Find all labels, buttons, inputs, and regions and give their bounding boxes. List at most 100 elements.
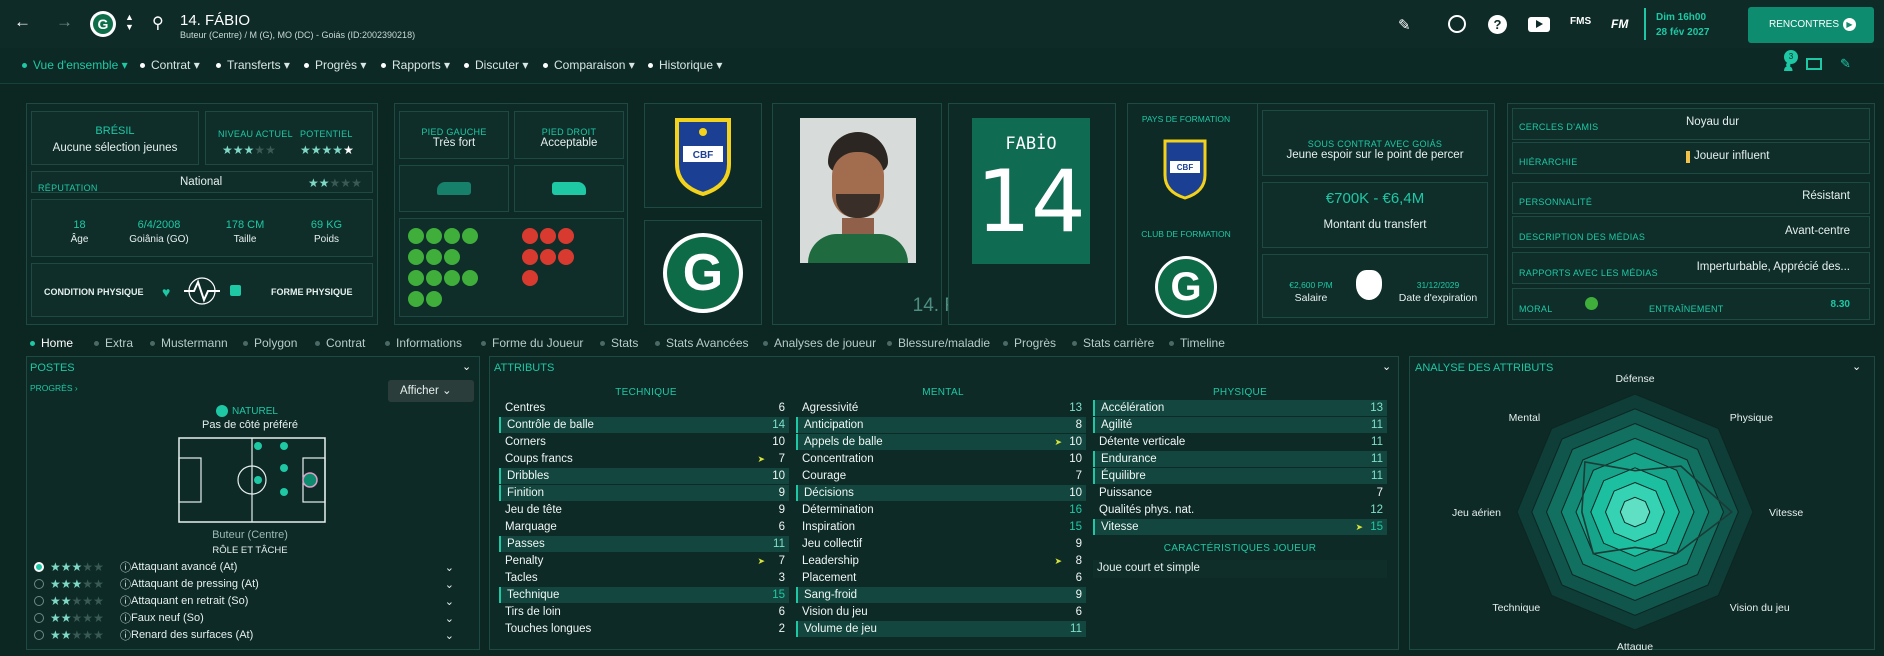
attribute-row[interactable]: Anticipation 8 <box>796 417 1086 433</box>
attribute-row[interactable]: Endurance 11 <box>1093 451 1387 467</box>
rencontres-button[interactable]: RENCONTRES ▶ <box>1748 7 1874 43</box>
tab-analyses[interactable]: Analyses de joueur <box>763 336 876 350</box>
search-icon[interactable]: ⚲ <box>152 13 164 33</box>
tab-forme[interactable]: Forme du Joueur <box>481 336 583 350</box>
attribute-value: 9 <box>1075 589 1082 601</box>
role-title: RÔLE ET TÂCHE <box>212 545 288 556</box>
attribute-row[interactable]: Corners 10 <box>499 434 789 450</box>
positions-collapse-icon[interactable]: ⌄ <box>462 360 471 373</box>
role-expand-icon[interactable]: ⌄ <box>445 561 454 574</box>
role-row[interactable]: ★★★★★ ⓘ Attaquant avancé (At) ⌄ <box>30 559 466 575</box>
fms-icon[interactable]: FMS <box>1570 16 1591 27</box>
info-icon[interactable]: ⓘ <box>120 627 131 643</box>
tab-contrat[interactable]: Contrat <box>315 336 365 350</box>
attribute-row[interactable]: Marquage 6 <box>499 519 789 535</box>
tab-blessure[interactable]: Blessure/maladie <box>887 336 990 350</box>
tab-progres[interactable]: Progrès <box>1003 336 1056 350</box>
club-badge-icon[interactable]: G <box>90 11 116 37</box>
info-icon[interactable]: ⓘ <box>120 593 131 609</box>
attribute-row[interactable]: Finition 9 <box>499 485 789 501</box>
menu-transferts[interactable]: Transferts ▾ <box>216 58 290 72</box>
attribute-row[interactable]: Agilité 11 <box>1093 417 1387 433</box>
attribute-row[interactable]: Courage 7 <box>796 468 1086 484</box>
attribute-row[interactable]: Décisions 10 <box>796 485 1086 501</box>
attribute-row[interactable]: Équilibre 11 <box>1093 468 1387 484</box>
attribute-row[interactable]: Détente verticale 11 <box>1093 434 1387 450</box>
tab-stats-carriere[interactable]: Stats carrière <box>1072 336 1154 350</box>
attribute-row[interactable]: Dribbles 10 <box>499 468 789 484</box>
attribute-row[interactable]: Placement 6 <box>796 570 1086 586</box>
afficher-dropdown[interactable]: Afficher ⌄ <box>388 380 474 402</box>
attribute-row[interactable]: Passes 11 <box>499 536 789 552</box>
tab-mustermann[interactable]: Mustermann <box>150 336 228 350</box>
role-expand-icon[interactable]: ⌄ <box>445 595 454 608</box>
attributes-collapse-icon[interactable]: ⌄ <box>1382 360 1391 373</box>
tab-informations[interactable]: Informations <box>385 336 462 350</box>
menu-rapports[interactable]: Rapports ▾ <box>381 58 450 72</box>
attribute-row[interactable]: Tirs de loin 6 <box>499 604 789 620</box>
role-radio[interactable] <box>34 579 44 589</box>
youtube-icon[interactable] <box>1528 17 1550 32</box>
info-icon[interactable]: ⓘ <box>120 610 131 626</box>
help-icon[interactable]: ? <box>1488 15 1507 34</box>
attribute-row[interactable]: Jeu collectif 9 <box>796 536 1086 552</box>
back-icon[interactable]: ← <box>14 12 31 32</box>
menu-contrat[interactable]: Contrat ▾ <box>140 58 200 72</box>
tab-stats-avancees[interactable]: Stats Avancées <box>655 336 749 350</box>
menu-comparaison[interactable]: Comparaison ▾ <box>543 58 635 72</box>
menu-historique[interactable]: Historique ▾ <box>648 58 722 72</box>
menu-progres[interactable]: Progrès ▾ <box>304 58 366 72</box>
attribute-row[interactable]: Vitesse 15 ➤ <box>1093 519 1387 535</box>
role-radio[interactable] <box>34 630 44 640</box>
attribute-row[interactable]: Jeu de tête 9 <box>499 502 789 518</box>
skull-icon[interactable] <box>1448 15 1466 33</box>
club-switch-icon[interactable]: ▲ ▼ <box>125 12 134 32</box>
attribute-row[interactable]: Coups francs 7 ➤ <box>499 451 789 467</box>
attribute-row[interactable]: Vision du jeu 6 <box>796 604 1086 620</box>
date-day: Dim 16h00 <box>1656 12 1707 23</box>
attribute-row[interactable]: Accélération 13 <box>1093 400 1387 416</box>
attribute-row[interactable]: Agressivité 13 <box>796 400 1086 416</box>
attribute-row[interactable]: Sang-froid 9 <box>796 587 1086 603</box>
attribute-row[interactable]: Détermination 16 <box>796 502 1086 518</box>
menu-vue-ensemble[interactable]: Vue d'ensemble ▾ <box>22 58 128 72</box>
attribute-row[interactable]: Penalty 7 ➤ <box>499 553 789 569</box>
attribute-row[interactable]: Qualités phys. nat. 12 <box>1093 502 1387 518</box>
role-radio[interactable] <box>34 562 44 572</box>
attribute-row[interactable]: Touches longues 2 <box>499 621 789 637</box>
tab-extra[interactable]: Extra <box>94 336 133 350</box>
attribute-value: 7 <box>778 555 785 567</box>
pencil-icon[interactable]: ✎ <box>1840 56 1851 72</box>
role-row[interactable]: ★★★★★ ⓘ Renard des surfaces (At) ⌄ <box>30 627 466 643</box>
attribute-row[interactable]: Contrôle de balle 14 <box>499 417 789 433</box>
menu-discuter[interactable]: Discuter ▾ <box>464 58 528 72</box>
attribute-row[interactable]: Puissance 7 <box>1093 485 1387 501</box>
attribute-row[interactable]: Volume de jeu 11 <box>796 621 1086 637</box>
role-expand-icon[interactable]: ⌄ <box>445 629 454 642</box>
role-radio[interactable] <box>34 596 44 606</box>
tab-polygon[interactable]: Polygon <box>243 336 297 350</box>
tab-timeline[interactable]: Timeline <box>1169 336 1225 350</box>
attribute-row[interactable]: Appels de balle 10 ➤ <box>796 434 1086 450</box>
screen-icon[interactable] <box>1806 58 1822 70</box>
attribute-row[interactable]: Concentration 10 <box>796 451 1086 467</box>
attribute-row[interactable]: Centres 6 <box>499 400 789 416</box>
attribute-row[interactable]: Tacles 3 <box>499 570 789 586</box>
edit-icon[interactable]: ✎ <box>1398 16 1411 34</box>
tab-home[interactable]: Home <box>30 336 73 350</box>
info-icon[interactable]: ⓘ <box>120 559 131 575</box>
fm-icon[interactable]: FM <box>1611 17 1628 31</box>
tab-stats[interactable]: Stats <box>600 336 638 350</box>
info-icon[interactable]: ⓘ <box>120 576 131 592</box>
attribute-row[interactable]: Leadership 8 ➤ <box>796 553 1086 569</box>
attribute-row[interactable]: Inspiration 15 <box>796 519 1086 535</box>
progres-link[interactable]: PROGRÈS › <box>30 383 78 393</box>
role-row[interactable]: ★★★★★ ⓘ Attaquant en retrait (So) ⌄ <box>30 593 466 609</box>
forward-icon[interactable]: → <box>56 12 73 32</box>
role-expand-icon[interactable]: ⌄ <box>445 578 454 591</box>
role-radio[interactable] <box>34 613 44 623</box>
role-row[interactable]: ★★★★★ ⓘ Attaquant de pressing (At) ⌄ <box>30 576 466 592</box>
role-row[interactable]: ★★★★★ ⓘ Faux neuf (So) ⌄ <box>30 610 466 626</box>
role-expand-icon[interactable]: ⌄ <box>445 612 454 625</box>
attribute-row[interactable]: Technique 15 <box>499 587 789 603</box>
